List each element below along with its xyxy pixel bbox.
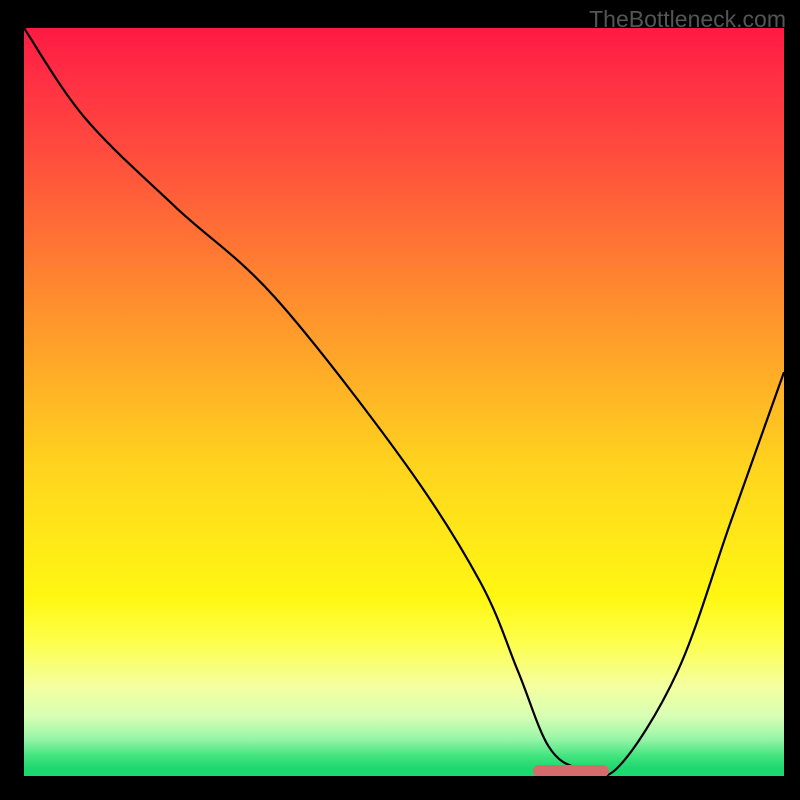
plot-area [24, 28, 784, 776]
optimal-marker [533, 765, 609, 776]
bottleneck-curve [24, 28, 784, 776]
watermark-text: TheBottleneck.com [589, 6, 786, 33]
